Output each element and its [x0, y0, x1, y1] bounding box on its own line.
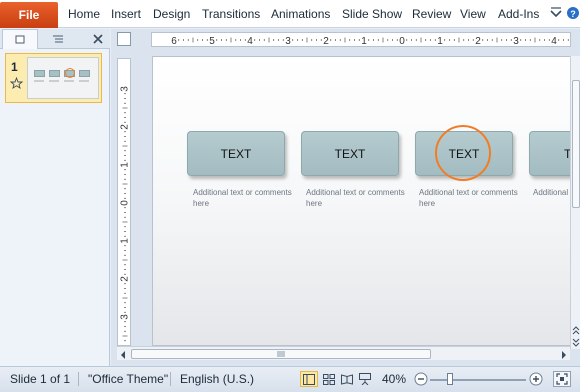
step-note-1[interactable]: Additional text or comments here [193, 187, 293, 209]
tab-animations[interactable]: Animations [271, 0, 330, 28]
reading-view-button[interactable] [338, 371, 356, 387]
tab-add-ins[interactable]: Add-Ins [498, 0, 539, 28]
slide-editor: 6 5 4 3 2 1 0 1 2 3 4 3 2 1 0 1 2 3 TEXT TEXT TEXT TE Ad… [111, 29, 580, 366]
thumb-note-line [34, 80, 44, 82]
ruler-corner [117, 32, 131, 46]
slides-tab-icon [15, 35, 25, 43]
ruler-label: 6 [171, 36, 177, 47]
tab-design[interactable]: Design [153, 0, 190, 28]
ruler-label: 1 [120, 238, 131, 244]
ruler-label: 1 [437, 36, 443, 47]
thumb-step-box [49, 70, 60, 77]
thumb-step-box [79, 70, 90, 77]
ruler-label: 3 [513, 36, 519, 47]
ribbon-tabs-bar: File Home Insert Design Transitions Anim… [0, 0, 580, 28]
vertical-scrollbar[interactable] [570, 56, 580, 349]
slides-pane: 1 [0, 29, 110, 366]
thumb-note-line [64, 80, 74, 82]
ruler-label: 3 [120, 86, 131, 92]
ruler-label: 2 [323, 36, 329, 47]
tab-transitions[interactable]: Transitions [202, 0, 260, 28]
slide-count-status: Slide 1 of 1 [10, 372, 71, 386]
thumb-note-line [49, 80, 59, 82]
ruler-label: 2 [120, 124, 131, 130]
zoom-out-icon [414, 372, 428, 386]
minimize-ribbon-icon[interactable] [548, 5, 564, 21]
horizontal-scroll-thumb[interactable] [131, 349, 431, 359]
slides-tab[interactable] [2, 29, 38, 49]
close-icon [93, 34, 103, 44]
pane-tabs [0, 29, 110, 49]
slide-show-button[interactable] [356, 371, 374, 387]
step-box-4[interactable]: TE [529, 131, 571, 176]
ruler-label: 3 [285, 36, 291, 47]
ruler-label: 5 [209, 36, 215, 47]
ruler-label: 1 [120, 162, 131, 168]
outline-tab[interactable] [40, 29, 76, 49]
step-note-4[interactable]: Additional [533, 187, 571, 198]
close-pane-button[interactable] [90, 30, 106, 48]
fit-to-window-button[interactable] [553, 371, 571, 387]
status-separator [78, 372, 79, 386]
zoom-slider[interactable] [430, 379, 526, 381]
zoom-in-button[interactable] [527, 371, 545, 387]
zoom-in-icon [529, 372, 543, 386]
slide-number: 1 [11, 60, 18, 74]
prev-slide-icon[interactable] [572, 324, 580, 335]
step-note-3[interactable]: Additional text or comments here [419, 187, 519, 209]
horizontal-scrollbar[interactable] [117, 346, 570, 360]
slide-sorter-icon [323, 373, 335, 385]
ruler-label: 2 [475, 36, 481, 47]
scroll-right-icon[interactable] [560, 349, 568, 359]
tab-slide-show[interactable]: Slide Show [342, 0, 402, 28]
tab-review[interactable]: Review [412, 0, 451, 28]
ruler-label: 4 [551, 36, 557, 47]
thumb-highlight-circle [65, 68, 75, 78]
ruler-label: 2 [120, 276, 131, 282]
next-slide-icon[interactable] [572, 337, 580, 347]
slide-sorter-button[interactable] [320, 371, 338, 387]
scroll-left-icon[interactable] [119, 349, 127, 359]
ruler-label: 4 [247, 36, 253, 47]
ruler-label: 0 [120, 200, 131, 206]
reading-view-icon [341, 373, 353, 385]
step-box-1[interactable]: TEXT [187, 131, 285, 176]
thumb-note-line [79, 80, 89, 82]
animation-star-icon [9, 76, 24, 90]
normal-view-icon [303, 373, 315, 385]
svg-text:?: ? [570, 9, 576, 19]
outline-tab-icon [53, 35, 63, 43]
fit-to-window-icon [556, 373, 568, 385]
thumb-step-box [34, 70, 45, 77]
zoom-out-button[interactable] [412, 371, 430, 387]
ruler-label: 0 [399, 36, 405, 47]
vertical-scroll-thumb[interactable] [572, 80, 580, 208]
tab-view[interactable]: View [460, 0, 486, 28]
slide-canvas[interactable]: TEXT TEXT TEXT TE Additional text or com… [152, 56, 572, 346]
status-bar: Slide 1 of 1 "Office Theme" English (U.S… [0, 366, 580, 392]
step-box-2[interactable]: TEXT [301, 131, 399, 176]
normal-view-button[interactable] [300, 371, 318, 387]
ruler-label: 3 [120, 314, 131, 320]
slide-thumbnail-selected[interactable]: 1 [5, 53, 102, 103]
ruler-label: 1 [361, 36, 367, 47]
vertical-ruler: 3 2 1 0 1 2 3 [117, 58, 131, 346]
slide-thumbnail[interactable] [27, 57, 99, 99]
theme-status[interactable]: "Office Theme" [88, 367, 168, 391]
highlight-circle[interactable] [435, 125, 491, 181]
grip-icon [277, 351, 285, 357]
language-status[interactable]: English (U.S.) [180, 367, 254, 391]
zoom-level[interactable]: 40% [382, 367, 406, 391]
slide-show-icon [359, 373, 371, 385]
zoom-slider-thumb[interactable] [447, 373, 453, 385]
help-icon[interactable]: ? [566, 5, 580, 21]
status-separator [170, 372, 171, 386]
tab-insert[interactable]: Insert [111, 0, 141, 28]
tab-home[interactable]: Home [68, 0, 100, 28]
step-note-2[interactable]: Additional text or comments here [306, 187, 406, 209]
horizontal-ruler: 6 5 4 3 2 1 0 1 2 3 4 [151, 32, 571, 47]
file-tab[interactable]: File [0, 2, 58, 28]
